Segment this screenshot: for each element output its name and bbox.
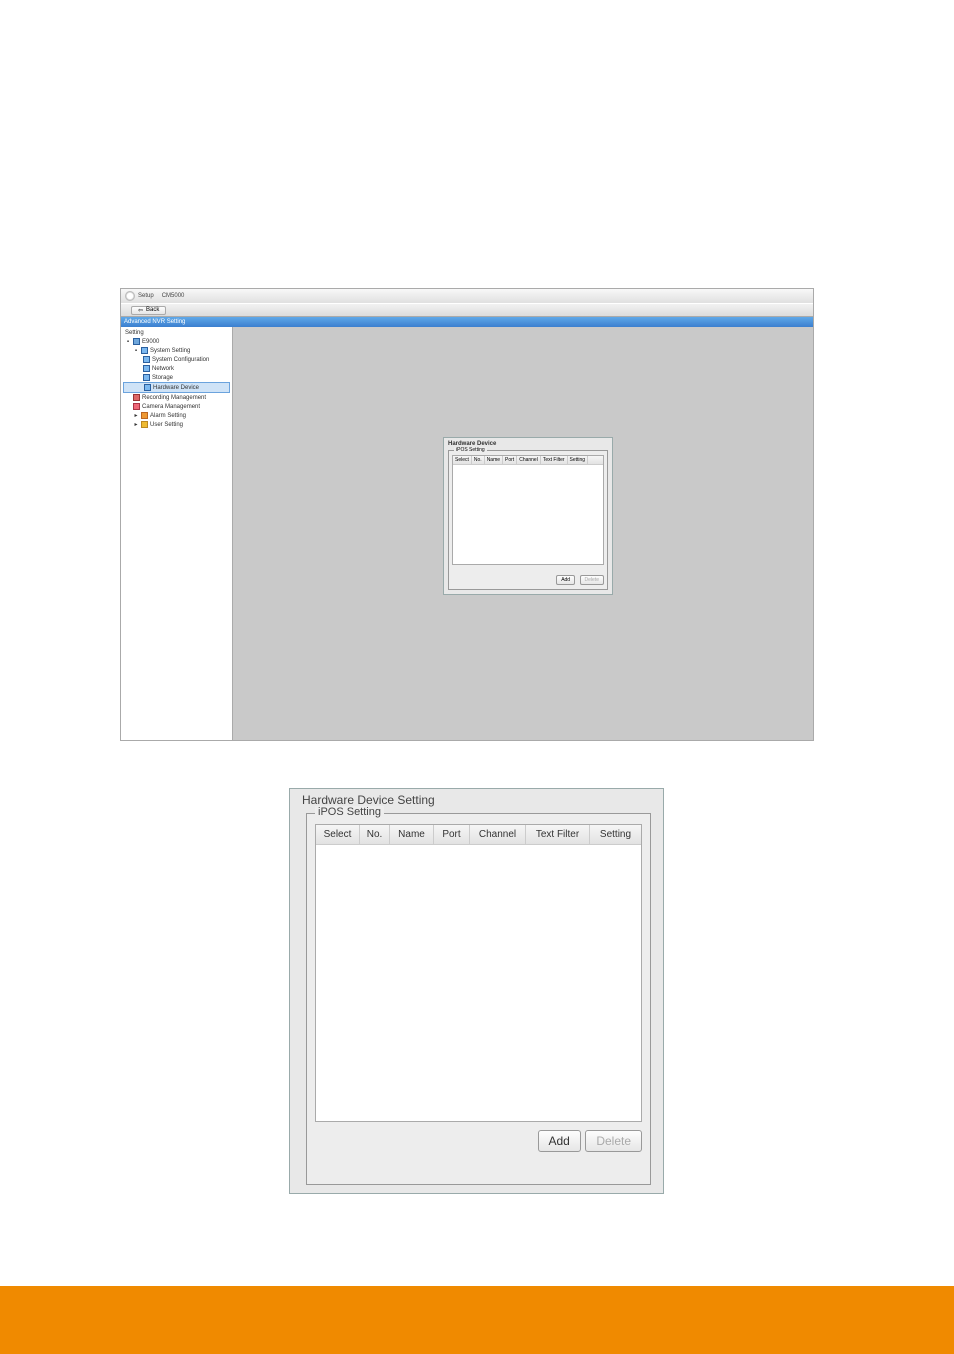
alarm-icon: [141, 412, 148, 419]
tree-system-setting[interactable]: ▪System Setting: [123, 346, 230, 355]
back-toolbar: ⇦ Back: [121, 303, 813, 317]
tree-hardware-device[interactable]: Hardware Device: [123, 382, 230, 393]
delete-button: Delete: [585, 1130, 642, 1152]
nav-header-text: Advanced NVR Setting: [124, 319, 185, 325]
title-bar: Setup CM5000: [121, 289, 813, 303]
col-port[interactable]: Port: [434, 825, 470, 844]
ipos-buttons: Add Delete: [452, 565, 604, 586]
tree-recording-mgmt[interactable]: Recording Management: [123, 393, 230, 402]
ipos-table: Select No. Name Port Channel Text Filter…: [452, 455, 604, 565]
tree-alarm-setting[interactable]: ▸Alarm Setting: [123, 411, 230, 420]
ipos-table-header: Select No. Name Port Channel Text Filter…: [453, 456, 603, 465]
config-icon: [143, 356, 150, 363]
col-name[interactable]: Name: [390, 825, 434, 844]
tree-user-setting[interactable]: ▸User Setting: [123, 420, 230, 429]
ipos-fieldset-large: iPOS Setting Select No. Name Port Channe…: [306, 813, 651, 1185]
col-textfilter[interactable]: Text Filter: [526, 825, 590, 844]
network-icon: [143, 365, 150, 372]
ipos-buttons-large: Add Delete: [315, 1122, 642, 1152]
col-no[interactable]: No.: [360, 825, 390, 844]
tree-root[interactable]: Setting: [123, 329, 230, 337]
ipos-legend-large: iPOS Setting: [315, 806, 384, 818]
ipos-fieldset: iPOS Setting Select No. Name Port Channe…: [448, 450, 608, 590]
app-logo-icon: [125, 291, 135, 301]
col-select[interactable]: Select: [453, 456, 472, 464]
col-select[interactable]: Select: [316, 825, 360, 844]
tree-camera-mgmt[interactable]: Camera Management: [123, 402, 230, 411]
col-name[interactable]: Name: [485, 456, 503, 464]
col-setting[interactable]: Setting: [568, 456, 589, 464]
back-arrow-icon: ⇦: [138, 307, 143, 314]
app-title: CM5000: [162, 293, 185, 299]
page-footer-bar: [0, 1286, 954, 1354]
user-icon: [141, 421, 148, 428]
col-no[interactable]: No.: [472, 456, 485, 464]
tree-system-config[interactable]: System Configuration: [123, 355, 230, 364]
hardware-icon: [144, 384, 151, 391]
nav-header-bar: Advanced NVR Setting: [121, 317, 813, 327]
col-textfilter[interactable]: Text Filter: [541, 456, 568, 464]
camera-icon: [133, 403, 140, 410]
col-channel[interactable]: Channel: [470, 825, 526, 844]
folder-icon: [141, 347, 148, 354]
back-label: Back: [146, 307, 159, 313]
ipos-legend: iPOS Setting: [454, 447, 487, 453]
tree-storage[interactable]: Storage: [123, 373, 230, 382]
storage-icon: [143, 374, 150, 381]
add-button[interactable]: Add: [538, 1130, 581, 1152]
add-button[interactable]: Add: [556, 575, 575, 585]
setup-label: Setup: [138, 293, 154, 299]
delete-button: Delete: [580, 575, 604, 585]
recording-icon: [133, 394, 140, 401]
tree-server[interactable]: ▪E9000: [123, 337, 230, 346]
hardware-device-panel: Hardware Device iPOS Setting Select No. …: [443, 437, 613, 595]
col-channel[interactable]: Channel: [517, 456, 541, 464]
tree-network[interactable]: Network: [123, 364, 230, 373]
server-icon: [133, 338, 140, 345]
hardware-device-setting-panel: Hardware Device Setting iPOS Setting Sel…: [289, 788, 664, 1194]
back-button[interactable]: ⇦ Back: [131, 306, 166, 315]
content-area: Hardware Device iPOS Setting Select No. …: [233, 327, 813, 740]
app-window: Setup CM5000 ⇦ Back Advanced NVR Setting…: [120, 288, 814, 741]
ipos-table-large: Select No. Name Port Channel Text Filter…: [315, 824, 642, 1122]
sidebar-tree: Setting ▪E9000 ▪System Setting System Co…: [121, 327, 233, 740]
col-setting[interactable]: Setting: [590, 825, 641, 844]
ipos-table-header-large: Select No. Name Port Channel Text Filter…: [316, 825, 641, 845]
col-port[interactable]: Port: [503, 456, 517, 464]
